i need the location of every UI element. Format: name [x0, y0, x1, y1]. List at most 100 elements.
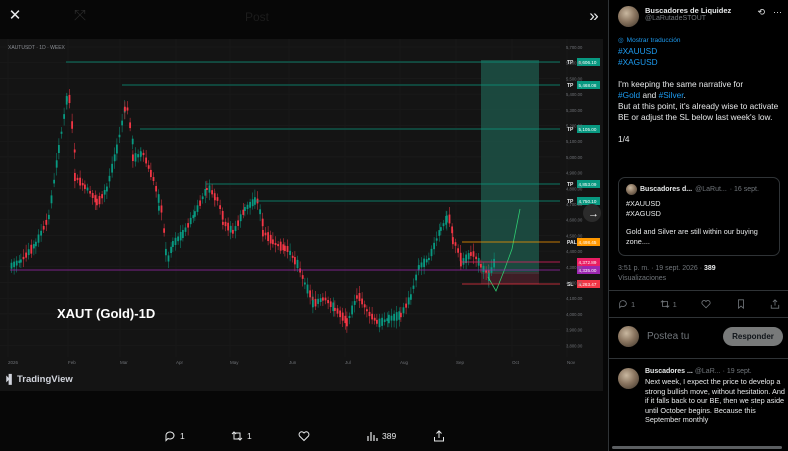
candle-body [433, 242, 435, 250]
retweet-action[interactable]: 1 [231, 430, 252, 442]
hashtag-link[interactable]: #Silver [659, 90, 684, 100]
tweet-timestamp[interactable]: 3:51 p. m. · 19 sept. 2026 · [618, 265, 702, 272]
candle-body [25, 252, 27, 258]
candle-body [206, 187, 208, 191]
candle-body [269, 234, 272, 244]
author-block[interactable]: Buscadores de Liquidez @LaRutadeSTOUT [618, 6, 731, 27]
bookmark-stat[interactable] [736, 299, 746, 309]
candle-body [142, 152, 145, 156]
candle-body [475, 256, 477, 260]
avatar[interactable] [618, 368, 639, 389]
quote-date: · 16 sept. [729, 186, 759, 193]
share-stat[interactable] [770, 299, 780, 309]
candle-body [356, 295, 358, 299]
candle-body [324, 297, 327, 301]
hashtag-link[interactable]: #XAUUSD [618, 46, 657, 56]
candle-body [267, 232, 269, 242]
reply-tweet[interactable]: Buscadores ... @LaR... · 19 sept. Next w… [618, 368, 786, 425]
candle-body [420, 262, 423, 268]
thread-counter: 1/4 [618, 134, 630, 144]
x-tick-label: Aug [400, 360, 409, 365]
candle-body [40, 230, 42, 236]
reply-author-name[interactable]: Buscadores ... [645, 368, 693, 375]
reply-action[interactable]: 1 [164, 430, 185, 442]
candle-body [457, 248, 459, 253]
reply-input[interactable]: Postea tu [647, 331, 723, 342]
candle-body [68, 94, 71, 104]
reply-author-handle: @LaR... [694, 368, 721, 375]
candle-body [346, 318, 348, 327]
candle-body [27, 249, 30, 256]
candle-body [113, 154, 116, 162]
candle-body [334, 307, 336, 311]
share-icon [770, 299, 780, 309]
level-price-label: 4,498.45 [579, 240, 597, 245]
retweet-stat[interactable]: 1 [660, 299, 677, 309]
share-icon [434, 430, 444, 442]
more-options-icon[interactable]: ··· [773, 7, 782, 18]
arrow-right-icon: → [588, 208, 599, 220]
grok-icon[interactable]: ⟲ [757, 7, 765, 18]
share-action[interactable] [433, 430, 445, 442]
candle-body [232, 229, 234, 234]
candle-body [327, 300, 329, 304]
author-handle[interactable]: @LaRutadeSTOUT [645, 15, 731, 22]
candle-body [339, 310, 341, 318]
collapse-panel-icon[interactable]: » [584, 6, 604, 26]
candle-body [405, 303, 407, 308]
expand-icon[interactable]: ⤧ [70, 6, 90, 26]
candle-body [33, 244, 35, 249]
y-tick-label: 4,000.00 [566, 312, 583, 317]
candle-body [189, 217, 192, 225]
x-tick-label: 2026 [8, 360, 19, 365]
author-name[interactable]: Buscadores de Liquidez [645, 6, 731, 15]
candle-body [30, 244, 33, 254]
avatar [618, 326, 639, 347]
hashtag-link[interactable]: #Gold [618, 90, 640, 100]
show-translation-link[interactable]: ◎ Mostrar traducción [618, 36, 681, 45]
like-stat[interactable] [701, 299, 711, 309]
horizontal-scrollbar[interactable] [612, 446, 782, 449]
candle-body [462, 258, 465, 265]
hashtag-link[interactable]: #XAGUSD [618, 57, 658, 67]
candle-body [388, 314, 390, 324]
reply-count: 1 [180, 431, 185, 441]
x-tick-label: Nov [567, 360, 576, 365]
candle-body [106, 186, 108, 192]
candle-body [242, 209, 245, 215]
reply-button[interactable]: Responder [723, 327, 783, 346]
bookmark-icon [737, 299, 744, 309]
views-label: Visualizaciones [618, 275, 667, 282]
candle-body [187, 223, 189, 228]
candle-body [400, 312, 402, 318]
candle-body [140, 152, 142, 156]
like-action[interactable] [298, 430, 310, 442]
candle-body [147, 165, 150, 169]
views-action[interactable]: 389 [366, 430, 396, 442]
candle-body [132, 154, 134, 162]
candle-body [234, 226, 237, 232]
candle-body [73, 149, 76, 153]
header-icons: ⟲ ··· [757, 7, 782, 18]
candle-body [196, 205, 199, 212]
x-tick-label: May [230, 360, 239, 365]
candle-body [294, 257, 296, 265]
y-tick-label: 5,100.00 [566, 139, 583, 144]
candle-body [351, 305, 353, 315]
candle-body [84, 184, 86, 190]
candle-body [282, 244, 285, 251]
candle-body [291, 255, 294, 258]
quoted-tweet[interactable]: Buscadores d... @LaRut... · 16 sept. #XA… [618, 177, 780, 256]
candle-body [237, 220, 239, 226]
candle-body [309, 290, 311, 298]
candle-body [222, 221, 224, 225]
avatar[interactable] [618, 6, 639, 27]
candle-body [425, 259, 428, 263]
candle-body [440, 227, 442, 231]
candle-body [467, 253, 470, 260]
candle-body [493, 258, 495, 268]
close-icon[interactable]: ✕ [5, 6, 25, 26]
reply-stat[interactable]: 1 [618, 299, 635, 309]
candle-body [96, 198, 98, 206]
candle-body [219, 205, 221, 210]
